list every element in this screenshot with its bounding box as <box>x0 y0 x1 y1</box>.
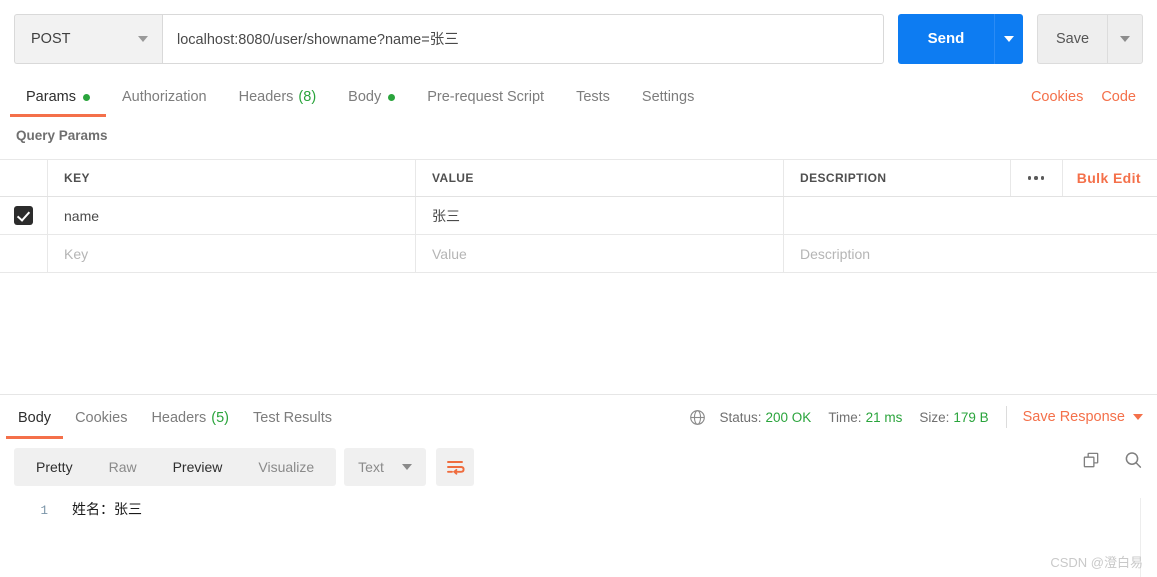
chevron-down-icon <box>138 35 148 42</box>
tab-pre-request-script[interactable]: Pre-request Script <box>411 77 560 117</box>
param-key-input[interactable]: name <box>48 197 416 234</box>
header-value: VALUE <box>416 160 784 196</box>
tab-authorization-label: Authorization <box>121 89 207 105</box>
header-checkbox-cell <box>0 160 48 196</box>
modified-dot-icon <box>82 93 90 101</box>
query-params-title: Query Params <box>16 128 108 143</box>
request-tabs: Params Authorization Headers (8) Body Pr… <box>0 77 1157 117</box>
new-param-value-input[interactable]: Value <box>416 235 784 272</box>
param-enabled-checkbox[interactable] <box>14 206 33 225</box>
param-description-input[interactable] <box>784 197 1157 234</box>
tab-params[interactable]: Params <box>10 77 106 117</box>
response-tabs: Body Cookies Headers (5) Test Results St… <box>0 395 1157 439</box>
send-button[interactable]: Send <box>898 13 994 64</box>
chevron-down-icon <box>1133 414 1143 420</box>
response-tab-test-results-label: Test Results <box>253 410 332 426</box>
tab-settings-label: Settings <box>641 89 695 105</box>
bulk-edit-button[interactable]: Bulk Edit <box>1061 160 1157 196</box>
new-row-checkbox-cell <box>0 235 48 272</box>
response-tab-body[interactable]: Body <box>6 397 64 439</box>
send-options-button[interactable] <box>994 13 1023 64</box>
tab-headers-count: (8) <box>298 89 317 105</box>
response-tab-headers-count: (5) <box>211 410 229 426</box>
response-tab-body-label: Body <box>18 410 52 426</box>
wrap-lines-button[interactable] <box>435 448 474 486</box>
watermark: CSDN @澄白易 <box>1050 555 1143 570</box>
param-value-input[interactable]: 张三 <box>416 197 784 234</box>
save-button-group: Save <box>1037 13 1143 64</box>
status-value: 200 OK <box>765 409 812 425</box>
meta-divider <box>1005 406 1007 428</box>
response-body-content[interactable]: 1 姓名：张三 <box>0 496 1157 577</box>
response-tab-headers-label: Headers <box>151 410 207 426</box>
response-body-actions <box>1082 450 1143 470</box>
time-meta: Time: 21 ms <box>828 410 902 425</box>
size-meta: Size: 179 B <box>919 410 988 425</box>
query-params-table: KEY VALUE DESCRIPTION Bulk Edit name 张三 <box>0 159 1157 273</box>
tab-headers-label: Headers <box>238 89 294 105</box>
status-meta: Status: 200 OK <box>720 410 812 425</box>
new-param-key-input[interactable]: Key <box>48 235 416 272</box>
code-line: 1 姓名：张三 <box>0 500 1157 522</box>
save-options-button[interactable] <box>1107 13 1143 64</box>
tab-params-label: Params <box>26 89 76 105</box>
table-row-new: Key Value Description <box>0 235 1157 273</box>
tab-tests[interactable]: Tests <box>560 77 626 117</box>
tab-settings[interactable]: Settings <box>626 77 710 117</box>
tab-headers[interactable]: Headers (8) <box>223 77 333 117</box>
table-row: name 张三 <box>0 197 1157 235</box>
table-tools: Bulk Edit <box>1009 160 1157 196</box>
view-raw-button[interactable]: Raw <box>91 448 155 486</box>
view-pretty-button[interactable]: Pretty <box>18 448 91 486</box>
view-visualize-button[interactable]: Visualize <box>240 448 332 486</box>
size-label: Size: <box>919 409 950 425</box>
chevron-down-icon <box>1004 35 1014 42</box>
line-number: 1 <box>40 504 48 518</box>
http-method-label: POST <box>31 30 71 47</box>
modified-dot-icon <box>388 93 396 101</box>
tab-tests-label: Tests <box>576 89 610 105</box>
globe-icon <box>689 409 706 426</box>
tab-authorization[interactable]: Authorization <box>106 77 223 117</box>
header-description: DESCRIPTION <box>800 171 887 185</box>
save-button[interactable]: Save <box>1037 13 1107 64</box>
response-tab-cookies-label: Cookies <box>75 410 128 426</box>
view-preview-button[interactable]: Preview <box>155 448 241 486</box>
response-tab-cookies[interactable]: Cookies <box>63 397 139 439</box>
url-bar: POST localhost:8080/user/showname?name=张… <box>0 0 1157 77</box>
response-view-switcher: Pretty Raw Preview Visualize <box>14 448 337 486</box>
time-value: 21 ms <box>865 409 903 425</box>
cookies-link[interactable]: Cookies <box>1022 77 1092 117</box>
chevron-down-icon <box>1120 35 1130 42</box>
row-checkbox-cell <box>0 197 48 234</box>
response-body-toolbar: Pretty Raw Preview Visualize Text <box>14 448 474 486</box>
copy-icon[interactable] <box>1082 451 1101 470</box>
response-tab-headers[interactable]: Headers (5) <box>139 397 241 439</box>
save-response-button[interactable]: Save Response <box>1023 409 1143 425</box>
postman-request-window: POST localhost:8080/user/showname?name=张… <box>0 0 1157 577</box>
table-header-row: KEY VALUE DESCRIPTION Bulk Edit <box>0 159 1157 197</box>
code-link[interactable]: Code <box>1092 77 1145 117</box>
send-button-group: Send <box>898 13 1023 64</box>
response-format-select[interactable]: Text <box>344 448 426 486</box>
status-label: Status: <box>719 409 762 425</box>
header-description-cell: DESCRIPTION Bulk Edit <box>784 160 1157 196</box>
time-label: Time: <box>828 409 862 425</box>
url-input[interactable]: localhost:8080/user/showname?name=张三 <box>162 13 884 64</box>
tab-pre-request-script-label: Pre-request Script <box>427 89 545 105</box>
search-icon[interactable] <box>1123 450 1143 470</box>
response-tab-test-results[interactable]: Test Results <box>241 397 344 439</box>
response-format-label: Text <box>358 459 384 475</box>
tab-body-label: Body <box>348 89 382 105</box>
line-text: 姓名：张三 <box>72 503 142 519</box>
header-key: KEY <box>48 160 416 196</box>
size-value: 179 B <box>953 409 989 425</box>
save-response-label: Save Response <box>1022 409 1125 425</box>
response-meta: Status: 200 OK Time: 21 ms Size: 179 B Save… <box>689 397 1143 439</box>
new-param-description-input[interactable]: Description <box>784 235 1157 272</box>
chevron-down-icon <box>401 464 412 470</box>
http-method-select[interactable]: POST <box>14 13 162 64</box>
tab-body[interactable]: Body <box>332 77 411 117</box>
more-options-icon[interactable] <box>1009 160 1062 196</box>
